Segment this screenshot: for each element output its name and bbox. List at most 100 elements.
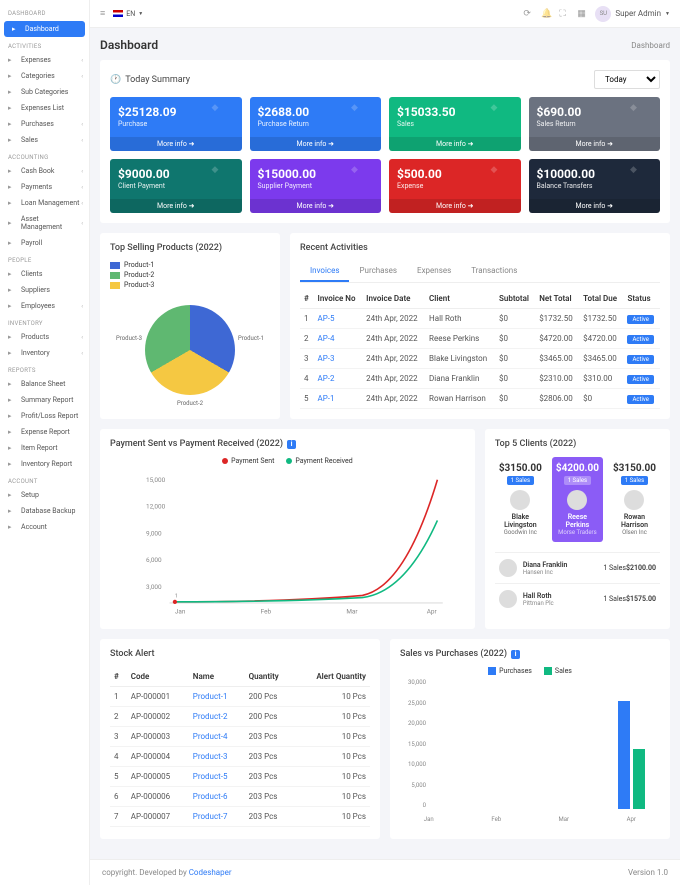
refresh-icon[interactable]: ⟳ [523, 9, 533, 19]
footer: copyright. Developed by Codeshaper Versi… [90, 859, 680, 885]
sidebar-section: DASHBOARD [0, 8, 89, 19]
sidebar-item-loan-management[interactable]: ▸Loan Management‹ [0, 195, 89, 211]
sidebar-item-cash-book[interactable]: ▸Cash Book‹ [0, 163, 89, 179]
sidebar-item-expenses[interactable]: ▸Expenses‹ [0, 52, 89, 68]
tab-purchases[interactable]: Purchases [349, 261, 407, 282]
nav-icon: ▸ [8, 286, 16, 294]
sidebar-item-profit-loss-report[interactable]: ▸Profit/Loss Report [0, 408, 89, 424]
sidebar-item-inventory-report[interactable]: ▸Inventory Report [0, 456, 89, 472]
sidebar-item-balance-sheet[interactable]: ▸Balance Sheet [0, 376, 89, 392]
expand-icon[interactable]: ⛶ [559, 9, 569, 19]
invoice-link[interactable]: AP-1 [318, 394, 335, 403]
sidebar-item-asset-management[interactable]: ▸Asset Management‹ [0, 211, 89, 235]
table-row: 5AP-000005Product-5203 Pcs10 Pcs [110, 767, 370, 787]
tab-transactions[interactable]: Transactions [461, 261, 527, 282]
sidebar-item-payroll[interactable]: ▸Payroll [0, 235, 89, 251]
sidebar-item-expenses-list[interactable]: ▸Expenses List [0, 100, 89, 116]
sidebar-item-item-report[interactable]: ▸Item Report [0, 440, 89, 456]
stock-table: #CodeNameQuantityAlert Quantity1AP-00000… [110, 667, 370, 827]
col-header: Invoice Date [362, 289, 425, 309]
stat-balance-transfers: $10000.00Balance Transfers◆More info ➜ [529, 159, 661, 213]
sidebar-item-database-backup[interactable]: ▸Database Backup [0, 503, 89, 519]
svg-text:Feb: Feb [261, 608, 272, 616]
nav-icon: ▸ [8, 507, 16, 515]
sidebar-item-expense-report[interactable]: ▸Expense Report [0, 424, 89, 440]
chevron-left-icon: ‹ [81, 121, 83, 128]
period-select[interactable]: Today [594, 70, 660, 89]
client-card[interactable]: $3150.001 SalesRowan HarrisonOlsen Inc [609, 457, 660, 542]
product-link[interactable]: Product-2 [193, 712, 228, 721]
invoice-link[interactable]: AP-3 [318, 354, 335, 363]
more-info-link[interactable]: More info ➜ [389, 199, 521, 213]
col-header: Quantity [245, 667, 295, 687]
client-row[interactable]: Hall RothPittman Plc1 Sales$1575.00 [495, 583, 660, 614]
status-badge: Active [627, 335, 654, 344]
sidebar-item-account[interactable]: ▸Account [0, 519, 89, 535]
product-link[interactable]: Product-4 [193, 732, 228, 741]
nav-icon: ▸ [8, 523, 16, 531]
info-icon[interactable]: i [511, 650, 520, 659]
sidebar-item-setup[interactable]: ▸Setup [0, 487, 89, 503]
nav-icon: ▸ [8, 460, 16, 468]
sidebar-item-purchases[interactable]: ▸Purchases‹ [0, 116, 89, 132]
sidebar-item-products[interactable]: ▸Products‹ [0, 329, 89, 345]
svg-text:Mar: Mar [346, 608, 358, 616]
product-link[interactable]: Product-7 [193, 812, 228, 821]
sidebar-item-payments[interactable]: ▸Payments‹ [0, 179, 89, 195]
top-clients-panel: Top 5 Clients (2022) $3150.001 SalesBlak… [485, 429, 670, 629]
more-info-link[interactable]: More info ➜ [529, 199, 661, 213]
client-card[interactable]: $3150.001 SalesBlake LivingstonGoodwin I… [495, 457, 546, 542]
invoice-link[interactable]: AP-2 [318, 374, 335, 383]
table-row: 3AP-000003Product-4203 Pcs10 Pcs [110, 727, 370, 747]
invoice-link[interactable]: AP-4 [318, 334, 335, 343]
more-info-link[interactable]: More info ➜ [389, 137, 521, 151]
tab-invoices[interactable]: Invoices [300, 261, 349, 282]
sidebar-item-suppliers[interactable]: ▸Suppliers [0, 282, 89, 298]
more-info-link[interactable]: More info ➜ [110, 137, 242, 151]
table-row: 4AP-000004Product-3203 Pcs10 Pcs [110, 747, 370, 767]
product-link[interactable]: Product-6 [193, 792, 228, 801]
client-card[interactable]: $4200.001 SalesReese PerkinsMorse Trader… [552, 457, 603, 542]
sidebar-item-sub-categories[interactable]: ▸Sub Categories [0, 84, 89, 100]
product-link[interactable]: Product-5 [193, 772, 228, 781]
chevron-left-icon: ‹ [81, 57, 83, 64]
sidebar-item-inventory[interactable]: ▸Inventory‹ [0, 345, 89, 361]
sidebar-section: PEOPLE [0, 255, 89, 266]
grid-icon[interactable]: ▦ [577, 9, 587, 19]
more-info-link[interactable]: More info ➜ [110, 199, 242, 213]
more-info-link[interactable]: More info ➜ [529, 137, 661, 151]
product-link[interactable]: Product-1 [193, 692, 228, 701]
more-info-link[interactable]: More info ➜ [250, 199, 382, 213]
user-menu[interactable]: SU Super Admin ▼ [595, 6, 670, 22]
bell-icon[interactable]: 🔔 [541, 9, 551, 19]
legend-item: Purchases [488, 667, 532, 675]
svg-text:6,000: 6,000 [146, 556, 162, 564]
stat-icon: ◆ [630, 103, 654, 127]
product-link[interactable]: Product-3 [193, 752, 228, 761]
footer-link[interactable]: Codeshaper [189, 868, 232, 877]
language-selector[interactable]: EN ▼ [113, 10, 143, 18]
stat-icon: ◆ [212, 103, 236, 127]
client-row[interactable]: Diana FranklinHansen Inc1 Sales$2100.00 [495, 552, 660, 583]
sidebar-item-dashboard[interactable]: ▸Dashboard [4, 21, 85, 37]
sidebar-item-clients[interactable]: ▸Clients [0, 266, 89, 282]
svg-text:9,000: 9,000 [146, 529, 162, 537]
nav-icon: ▸ [8, 302, 16, 310]
sidebar-item-summary-report[interactable]: ▸Summary Report [0, 392, 89, 408]
avatar [624, 490, 644, 510]
sidebar-item-employees[interactable]: ▸Employees‹ [0, 298, 89, 314]
legend-item: Product-3 [110, 281, 270, 289]
sidebar-section: REPORTS [0, 365, 89, 376]
more-info-link[interactable]: More info ➜ [250, 137, 382, 151]
info-icon[interactable]: i [287, 440, 296, 449]
sidebar-item-sales[interactable]: ▸Sales‹ [0, 132, 89, 148]
nav-icon: ▸ [8, 104, 16, 112]
recent-activities-panel: Recent Activities InvoicesPurchasesExpen… [290, 233, 670, 419]
nav-icon: ▸ [8, 239, 16, 247]
tab-expenses[interactable]: Expenses [407, 261, 461, 282]
sidebar-item-categories[interactable]: ▸Categories‹ [0, 68, 89, 84]
chevron-left-icon: ‹ [81, 220, 83, 227]
menu-icon[interactable]: ≡ [100, 8, 105, 19]
invoice-link[interactable]: AP-5 [318, 314, 335, 323]
table-row: 1AP-000001Product-1200 Pcs10 Pcs [110, 687, 370, 707]
